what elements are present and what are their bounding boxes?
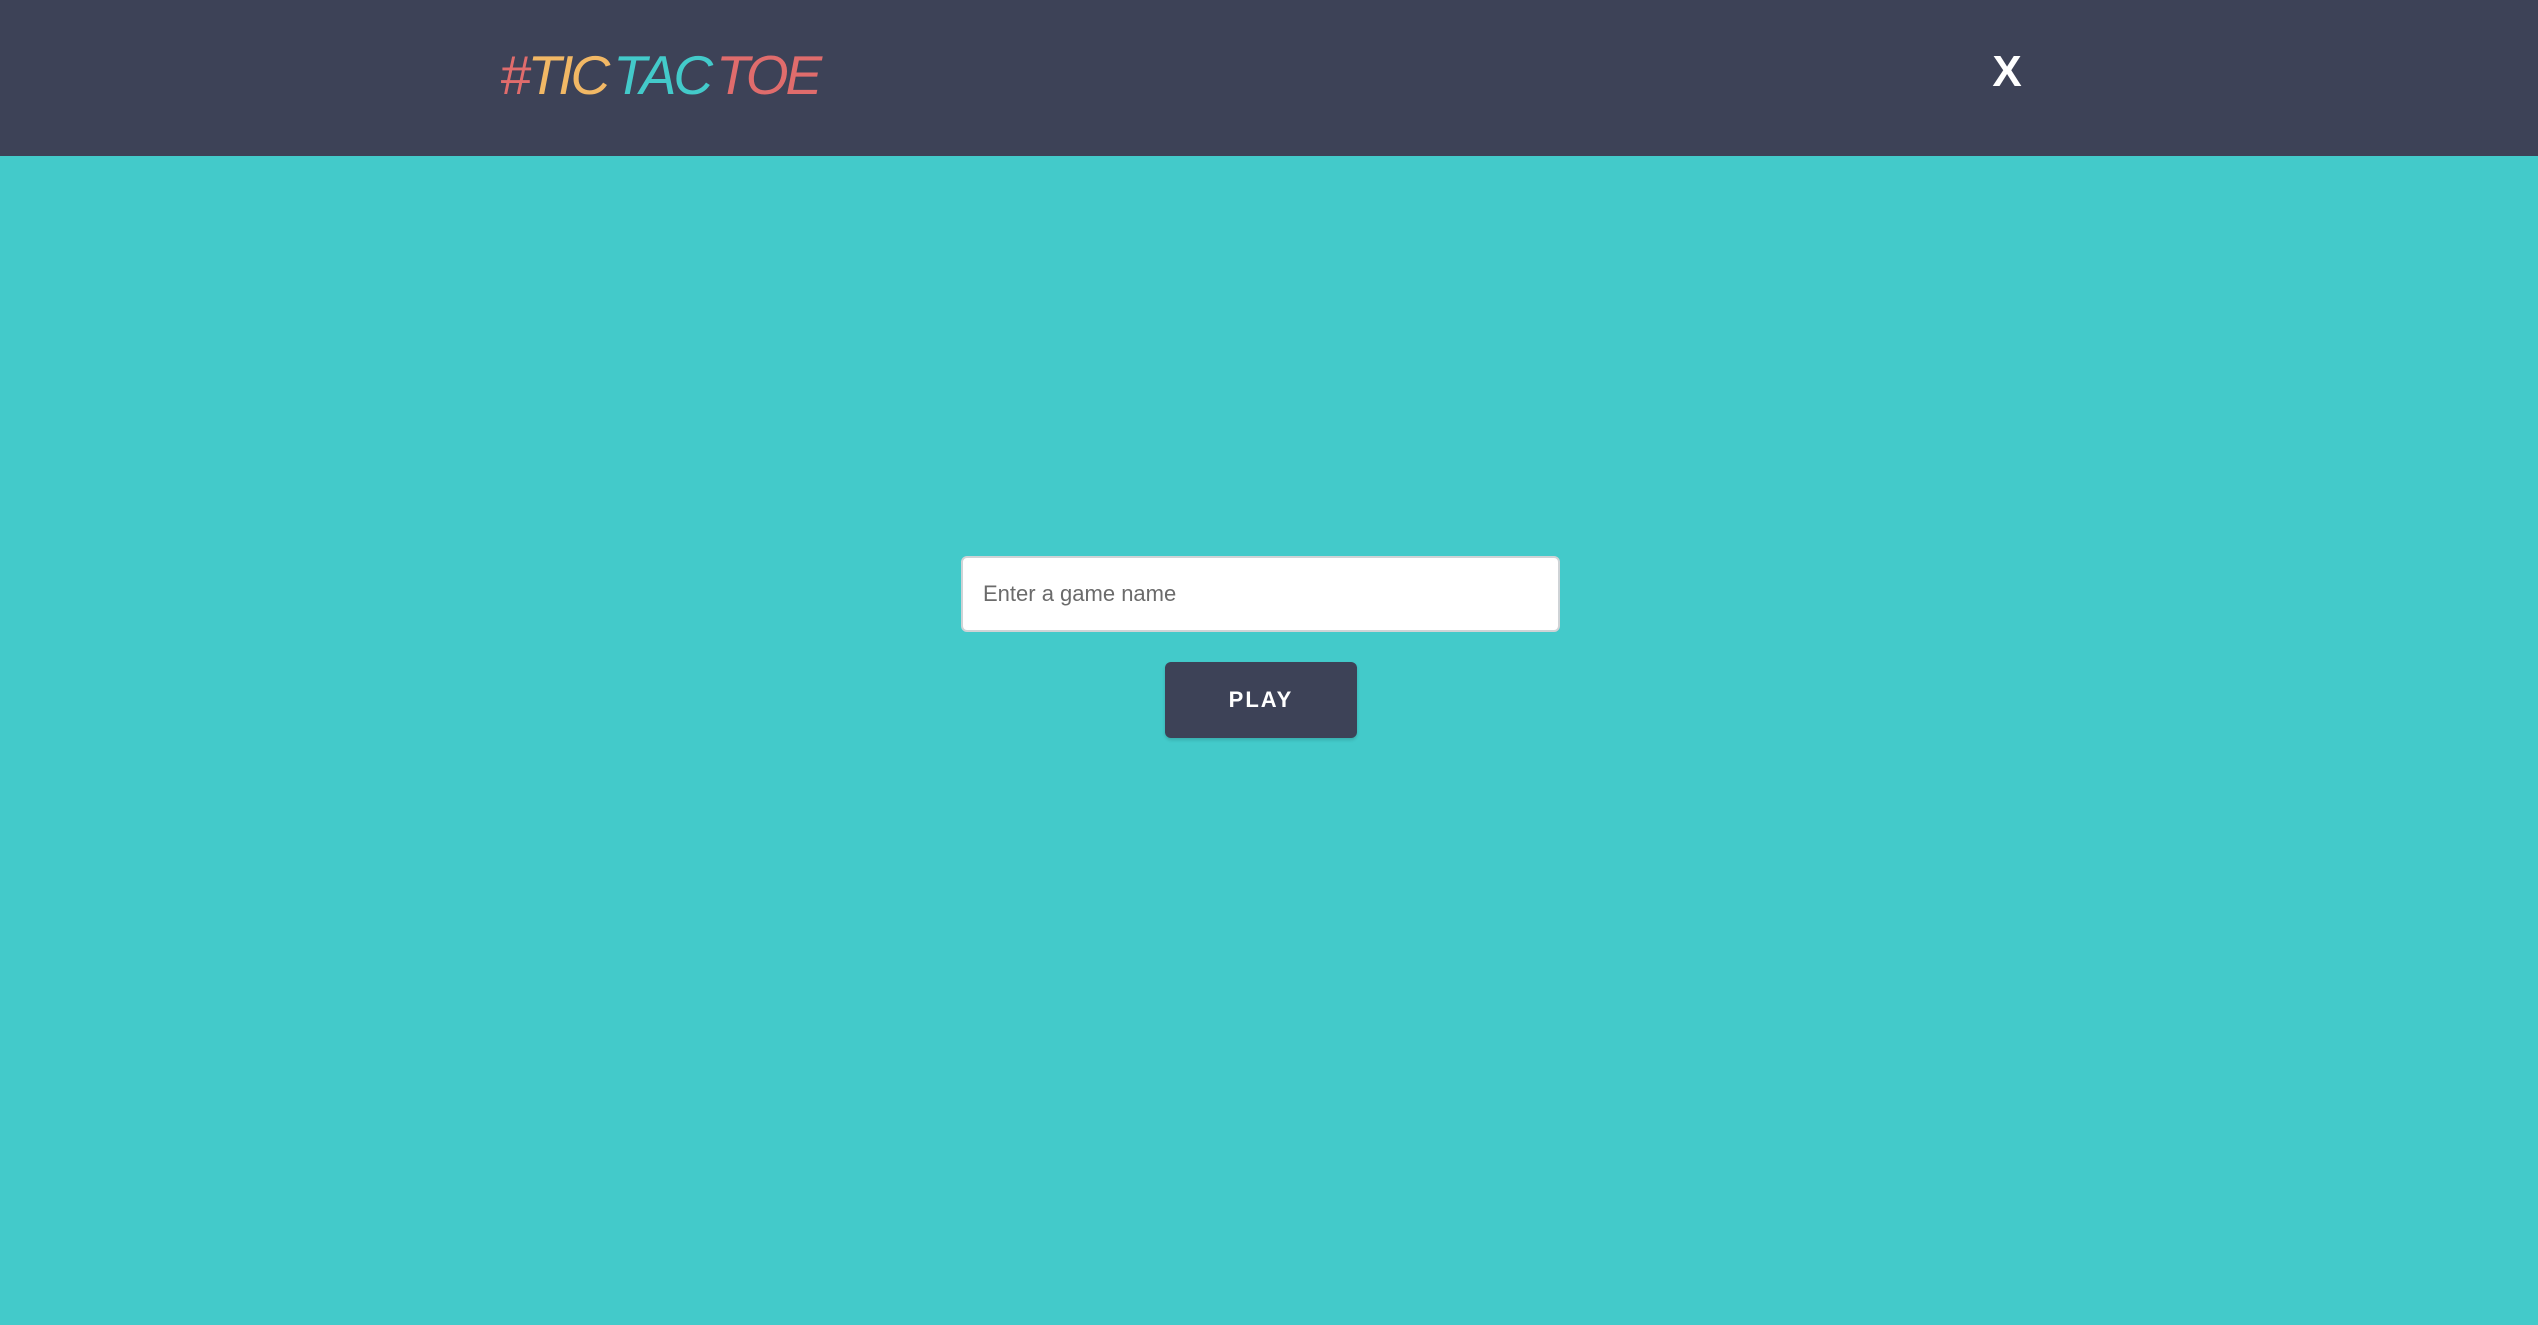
game-form: PLAY bbox=[0, 0, 2538, 1325]
game-name-input[interactable] bbox=[961, 556, 1560, 632]
play-button[interactable]: PLAY bbox=[1165, 662, 1357, 738]
